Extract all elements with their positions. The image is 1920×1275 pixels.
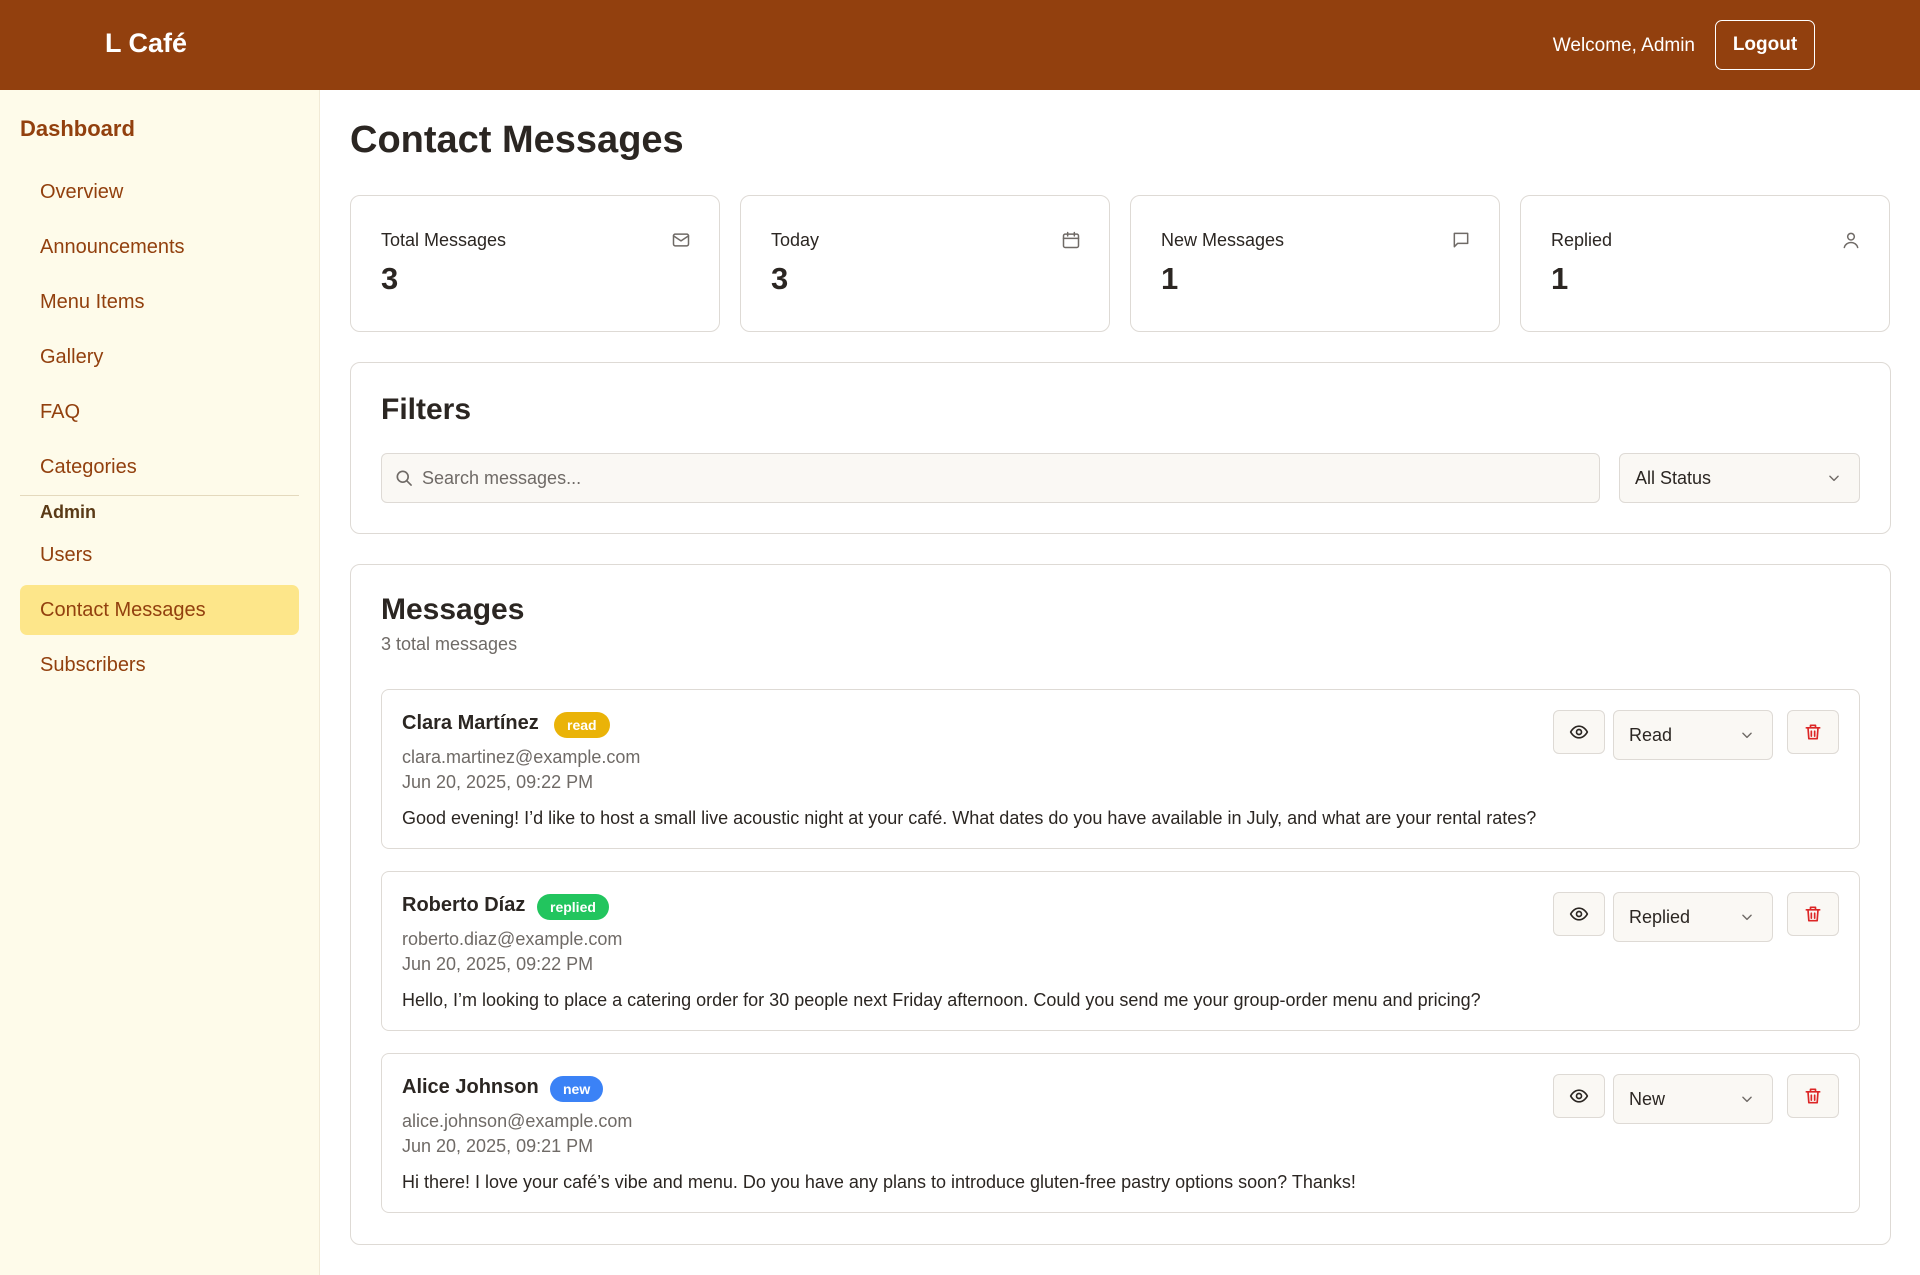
chevron-down-icon xyxy=(1742,914,1752,921)
filters-panel: Filters All Status xyxy=(350,362,1891,534)
status-filter-value: All Status xyxy=(1635,467,1712,488)
view-button[interactable] xyxy=(1553,892,1605,936)
sidebar-item-subscribers[interactable]: Subscribers xyxy=(20,640,299,690)
sender-name: Roberto Díaz xyxy=(402,894,526,916)
stat-card-new-messages: New Messages 1 xyxy=(1130,195,1500,332)
delete-button[interactable] xyxy=(1787,710,1839,754)
eye-icon xyxy=(1569,1089,1589,1103)
trash-icon xyxy=(1805,906,1821,922)
eye-icon xyxy=(1569,725,1589,739)
search-box xyxy=(381,453,1600,503)
sidebar-item-faq[interactable]: FAQ xyxy=(20,387,299,437)
eye-icon xyxy=(1569,907,1589,921)
brand-logo[interactable]: L Café xyxy=(105,28,187,59)
chevron-down-icon xyxy=(1742,1096,1752,1103)
sender-name: Clara Martínez xyxy=(402,712,539,734)
status-badge: read xyxy=(554,712,610,738)
message-date: Jun 20, 2025, 09:22 PM xyxy=(402,954,594,974)
stat-card-replied: Replied 1 xyxy=(1520,195,1890,332)
sender-email: alice.johnson@example.com xyxy=(402,1111,633,1131)
sender-name: Alice Johnson xyxy=(402,1076,539,1098)
status-badge: replied xyxy=(537,894,609,920)
search-icon xyxy=(396,470,412,486)
view-button[interactable] xyxy=(1553,1074,1605,1118)
message-body: Hi there! I love your café’s vibe and me… xyxy=(402,1172,1356,1192)
stat-value: 1 xyxy=(1161,261,1179,296)
stat-value: 3 xyxy=(771,261,789,296)
message-icon xyxy=(1453,232,1469,248)
sidebar: Dashboard Overview Announcements Menu It… xyxy=(0,90,320,1275)
stat-label: Today xyxy=(771,230,820,250)
message-card: Clara Martínez read clara.martinez@examp… xyxy=(381,689,1860,849)
delete-button[interactable] xyxy=(1787,892,1839,936)
calendar-icon xyxy=(1062,231,1080,249)
status-badge: new xyxy=(550,1076,604,1102)
sender-email: clara.martinez@example.com xyxy=(402,747,641,767)
message-status-select[interactable]: Read xyxy=(1613,710,1773,760)
sidebar-item-announcements[interactable]: Announcements xyxy=(20,222,299,272)
stat-value: 1 xyxy=(1551,261,1569,296)
message-date: Jun 20, 2025, 09:21 PM xyxy=(402,1136,594,1156)
message-status-value: New xyxy=(1629,1088,1666,1109)
message-status-select[interactable]: Replied xyxy=(1613,892,1773,942)
page-title: Contact Messages xyxy=(350,119,684,161)
trash-icon xyxy=(1805,724,1821,740)
sidebar-item-overview[interactable]: Overview xyxy=(20,167,299,217)
chevron-down-icon xyxy=(1829,475,1839,482)
sidebar-divider xyxy=(20,495,299,496)
sidebar-group-admin: Admin xyxy=(40,502,96,522)
messages-count: 3 total messages xyxy=(381,634,518,654)
message-status-select[interactable]: New xyxy=(1613,1074,1773,1124)
status-filter-select[interactable]: All Status xyxy=(1619,453,1860,503)
sidebar-item-gallery[interactable]: Gallery xyxy=(20,332,299,382)
sidebar-item-categories[interactable]: Categories xyxy=(20,442,299,492)
messages-panel: Messages 3 total messages Clara Martínez… xyxy=(350,564,1891,1245)
filters-title: Filters xyxy=(381,393,472,426)
sidebar-item-contact-messages[interactable]: Contact Messages xyxy=(20,585,299,635)
stat-card-today: Today 3 xyxy=(740,195,1110,332)
message-card: Roberto Díaz replied roberto.diaz@exampl… xyxy=(381,871,1860,1031)
message-status-value: Read xyxy=(1629,724,1673,745)
sidebar-heading: Dashboard xyxy=(20,116,135,141)
stat-label: Total Messages xyxy=(381,230,507,250)
sidebar-item-menu-items[interactable]: Menu Items xyxy=(20,277,299,327)
message-status-value: Replied xyxy=(1629,906,1691,927)
trash-icon xyxy=(1805,1088,1821,1104)
view-button[interactable] xyxy=(1553,710,1605,754)
message-card: Alice Johnson new alice.johnson@example.… xyxy=(381,1053,1860,1213)
user-icon xyxy=(1843,232,1859,249)
mail-icon xyxy=(672,233,690,247)
delete-button[interactable] xyxy=(1787,1074,1839,1118)
logout-button[interactable]: Logout xyxy=(1715,20,1815,70)
welcome-text: Welcome, Admin xyxy=(1552,35,1695,56)
chevron-down-icon xyxy=(1742,732,1752,739)
top-bar: L Café Welcome, Admin Logout xyxy=(0,0,1920,90)
sidebar-item-users[interactable]: Users xyxy=(20,530,299,580)
stat-card-total-messages: Total Messages 3 xyxy=(350,195,720,332)
message-date: Jun 20, 2025, 09:22 PM xyxy=(402,772,594,792)
sender-email: roberto.diaz@example.com xyxy=(402,929,623,949)
stat-label: New Messages xyxy=(1161,230,1285,250)
search-input[interactable] xyxy=(422,454,1592,502)
message-body: Hello, I’m looking to place a catering o… xyxy=(402,990,1481,1010)
stat-label: Replied xyxy=(1551,230,1613,250)
stat-value: 3 xyxy=(381,261,399,296)
message-body: Good evening! I’d like to host a small l… xyxy=(402,808,1537,828)
messages-title: Messages xyxy=(381,593,525,626)
